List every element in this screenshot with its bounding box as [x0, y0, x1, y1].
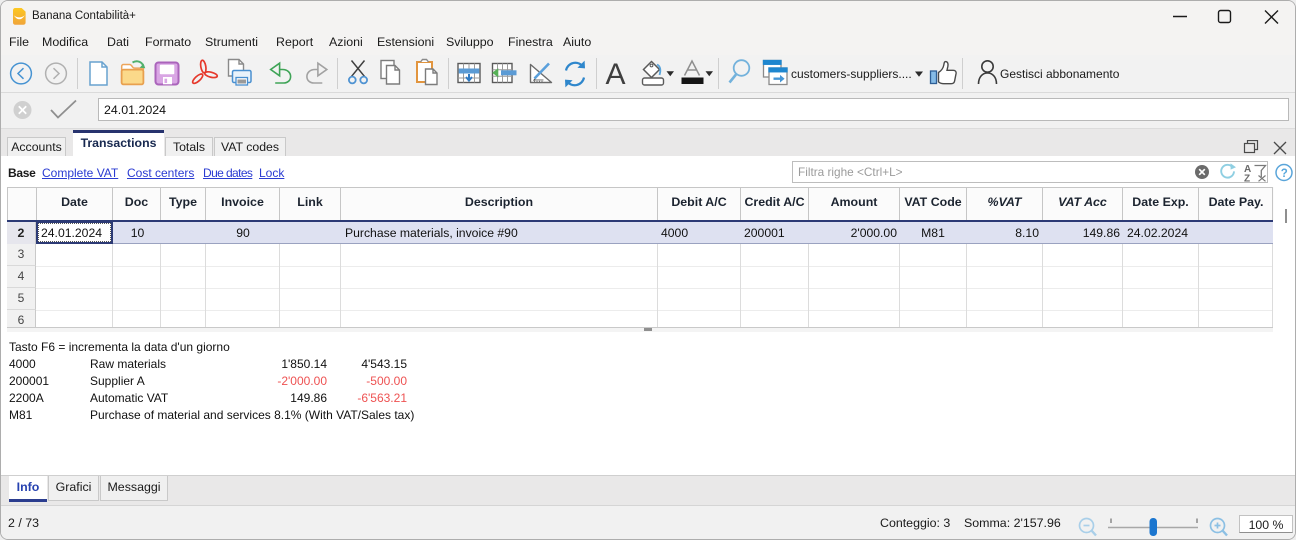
svg-text:A: A: [606, 58, 626, 91]
svg-text:Z: Z: [1244, 174, 1250, 185]
svg-text:?: ?: [1281, 168, 1288, 180]
